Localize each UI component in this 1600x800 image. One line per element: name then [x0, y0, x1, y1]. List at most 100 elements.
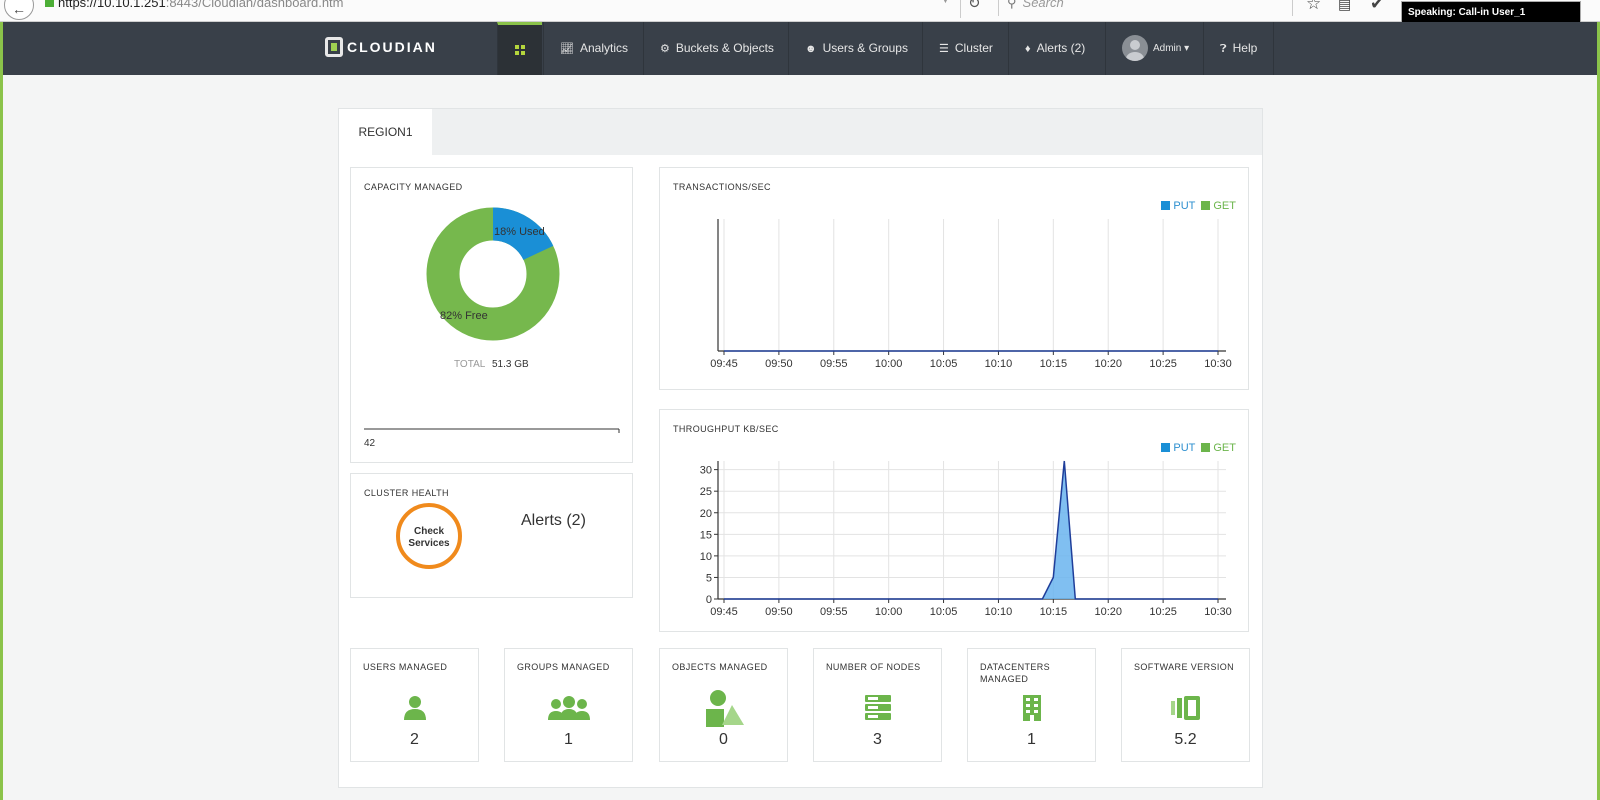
x-tick-label: 10:15	[1040, 358, 1068, 370]
back-button[interactable]: ←	[4, 0, 34, 20]
stat-software-version[interactable]: SOFTWARE VERSION 5.2	[1121, 648, 1250, 762]
health-status-line1: Check	[414, 526, 444, 537]
x-tick-label: 10:30	[1204, 358, 1232, 370]
logo-mark-icon	[325, 37, 343, 57]
question-icon: ❓︎	[1220, 43, 1227, 55]
series-area-put	[724, 461, 1218, 599]
capacity-scale-value: 42	[364, 438, 376, 449]
throughput-panel: THROUGHPUT KB/SEC PUT GET 09:45 09:50 09:5…	[659, 409, 1249, 632]
stat-title: NUMBER OF NODES	[826, 662, 921, 672]
series-line-put	[724, 460, 1218, 600]
building-icon	[968, 693, 1095, 728]
nav-cluster-label: Cluster	[954, 41, 993, 55]
x-tick-label: 09:55	[820, 358, 848, 370]
y-tick-label: 0	[706, 594, 712, 606]
capacity-panel: CAPACITY MANAGED 18% Used 82% Free TOTAL…	[350, 167, 633, 463]
server-icon	[814, 693, 941, 728]
total-label: TOTAL	[454, 359, 486, 370]
stat-value: 0	[719, 731, 728, 748]
nav-alerts[interactable]: ♦ Alerts (2)	[1008, 22, 1101, 75]
y-tick-label: 15	[700, 529, 712, 541]
nav-users-label: Users & Groups	[822, 41, 908, 55]
total-value: 51.3 GB	[492, 359, 529, 370]
stat-value: 5.2	[1174, 731, 1197, 748]
x-tick-label: 10:10	[985, 358, 1013, 370]
search-icon: ⚲	[1007, 0, 1017, 10]
bookmark-star-icon[interactable]: ☆	[1306, 0, 1321, 14]
health-status-line2: Services	[408, 538, 450, 549]
stat-datacenters-managed[interactable]: DATACENTERS MANAGED 1	[967, 648, 1096, 762]
nav-dashboard[interactable]	[497, 22, 542, 75]
secure-lock-icon	[45, 0, 54, 7]
browser-search-input[interactable]: ⚲ Search	[998, 0, 1293, 16]
x-tick-label: 10:15	[1040, 606, 1068, 618]
x-tick-label: 10:05	[930, 358, 958, 370]
nav-analytics[interactable]: 📈︎ Analytics	[543, 22, 644, 75]
x-tick-label: 10:00	[875, 358, 903, 370]
x-tick-label: 10:20	[1094, 606, 1122, 618]
nav-help-label: Help	[1232, 41, 1258, 55]
user-icon	[351, 693, 478, 728]
x-tick-label: 10:25	[1149, 606, 1177, 618]
stat-title: GROUPS MANAGED	[517, 662, 610, 672]
nav-admin-menu[interactable]: Admin ▾	[1105, 22, 1205, 75]
pocket-icon[interactable]: ✔	[1370, 0, 1384, 14]
x-tick-label: 10:05	[930, 606, 958, 618]
line-chart-icon: 📈︎	[560, 43, 574, 55]
x-tick-label: 10:00	[875, 606, 903, 618]
cloudian-logo[interactable]: CLOUDIAN	[325, 37, 437, 57]
group-icon	[505, 693, 632, 728]
x-tick-label: 10:20	[1094, 358, 1122, 370]
capacity-donut-chart: 18% Used 82% Free TOTAL 51.3 GB 42	[364, 207, 620, 449]
stat-title: USERS MANAGED	[363, 662, 448, 672]
app-navbar: CLOUDIAN 📈︎ Analytics ⚙ Buckets & Objects …	[3, 22, 1597, 75]
window-frame-left	[0, 0, 3, 800]
nav-analytics-label: Analytics	[579, 41, 628, 55]
x-tick-label: 10:25	[1149, 358, 1177, 370]
dashboard-grid-icon	[515, 44, 525, 55]
stat-groups-managed[interactable]: GROUPS MANAGED 1	[504, 648, 633, 762]
nav-help[interactable]: ❓︎ Help	[1203, 22, 1275, 75]
stat-value: 1	[1027, 731, 1036, 748]
stat-objects-managed[interactable]: OBJECTS MANAGED 0	[659, 648, 788, 762]
stat-title: OBJECTS MANAGED	[672, 662, 768, 672]
y-tick-label: 25	[700, 486, 712, 498]
used-label: 18% Used	[494, 226, 545, 238]
brand-name: CLOUDIAN	[347, 39, 437, 55]
nav-admin-label: Admin	[1153, 43, 1182, 54]
url-dropdown-icon[interactable]: ▼	[940, 0, 951, 6]
url-host: https://10.10.1.251	[58, 0, 166, 10]
health-status-graphic: Check Services	[396, 503, 462, 569]
y-tick-label: 20	[700, 508, 712, 520]
list-icon: ☰	[939, 43, 949, 55]
tab-region1[interactable]: REGION1	[339, 109, 432, 155]
y-tick-label: 10	[700, 551, 712, 563]
stat-value: 1	[564, 731, 573, 748]
address-bar[interactable]: https://10.10.1.251:8443/Cloudian/dashbo…	[58, 0, 958, 16]
speaking-indicator: Speaking: Call-in User_1	[1401, 1, 1581, 23]
chevron-down-icon: ▾	[1184, 43, 1190, 54]
x-tick-label: 09:45	[710, 606, 738, 618]
reading-list-icon[interactable]: ▤	[1338, 0, 1351, 13]
toolbar-divider	[960, 0, 961, 18]
nav-users-groups[interactable]: ☻ Users & Groups	[788, 22, 924, 75]
stat-number-of-nodes[interactable]: NUMBER OF NODES 3	[813, 648, 942, 762]
stat-users-managed[interactable]: USERS MANAGED 2	[350, 648, 479, 762]
x-tick-label: 10:10	[985, 606, 1013, 618]
x-tick-label: 09:50	[765, 358, 793, 370]
nav-cluster[interactable]: ☰ Cluster	[922, 22, 1009, 75]
url-path: :8443/Cloudian/dashboard.htm	[165, 0, 344, 10]
x-tick-label: 10:30	[1204, 606, 1232, 618]
y-tick-label: 30	[700, 465, 712, 477]
stat-value: 3	[873, 731, 882, 748]
y-tick-label: 5	[706, 572, 712, 584]
nav-buckets-objects[interactable]: ⚙ Buckets & Objects	[643, 22, 790, 75]
reload-icon[interactable]: ↻	[968, 0, 981, 12]
users-icon: ☻	[805, 43, 817, 55]
avatar	[1122, 35, 1148, 62]
throughput-chart: 09:45 09:50 09:55 10:00 10:05 10:10 10:15 10:20…	[700, 460, 1232, 618]
cluster-health-panel: CLUSTER HEALTH Check Services Alerts (2)	[350, 473, 633, 598]
search-placeholder: Search	[1022, 0, 1064, 10]
health-alerts-link[interactable]: Alerts (2)	[521, 512, 586, 530]
shapes-icon	[660, 689, 787, 734]
